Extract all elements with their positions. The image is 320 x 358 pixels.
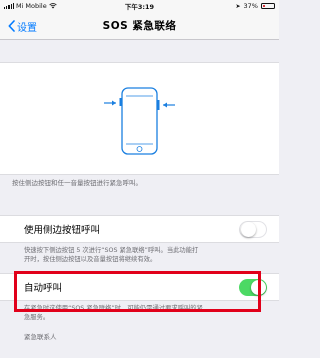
back-label: 设置: [17, 22, 37, 34]
status-right: ➤ 37%: [185, 2, 275, 10]
side-button-call-row[interactable]: 使用侧边按钮呼叫: [0, 215, 279, 243]
side-button-call-label: 使用侧边按钮呼叫: [24, 225, 101, 236]
battery-icon: [260, 3, 275, 9]
navigation-bar: 设置 SOS 紧急联络: [0, 12, 279, 40]
description-line: 快速按下侧边按钮 5 次进行“SOS 紧急联络”呼叫。当此功能打: [24, 247, 199, 254]
toggle-knob: [251, 279, 266, 295]
auto-call-description: 在紧急时这使用“SOS 紧急联络”时，可能仍需通过要求呼叫的紧 急服务。: [0, 301, 279, 331]
auto-call-label: 自动呼叫: [24, 283, 63, 294]
status-bar: Mi Mobile 下午3:19 ➤ 37%: [0, 0, 279, 12]
description-line: 在紧急时这使用“SOS 紧急联络”时，可能仍需通过要求呼叫的紧: [24, 305, 203, 312]
battery-percent: 37%: [243, 2, 258, 10]
caption-top: 按住侧边按钮和任一音量按钮进行紧急呼叫。: [12, 179, 142, 187]
carrier-label: Mi Mobile: [15, 2, 47, 10]
toggle-knob: [240, 221, 256, 237]
description-line: 急服务。: [24, 314, 50, 321]
phone-side-buttons-illustration: [104, 87, 175, 155]
chevron-left-icon: [8, 20, 15, 32]
status-time: 下午3:19: [124, 3, 155, 11]
signal-icon: [4, 3, 14, 9]
description-line: 开时，按住侧边按钮以及音量按钮将继续有效。: [24, 256, 157, 263]
back-button[interactable]: 设置: [8, 12, 37, 40]
side-buttons-illustration: [0, 62, 279, 175]
emergency-contacts-header: 紧急联系人: [24, 333, 57, 341]
battery-fill: [262, 5, 266, 7]
page-title: SOS 紧急联络: [102, 20, 177, 32]
wifi-icon: [49, 3, 57, 9]
auto-call-row[interactable]: 自动呼叫: [0, 273, 279, 301]
auto-call-toggle[interactable]: [239, 278, 267, 296]
side-button-call-toggle[interactable]: [239, 220, 267, 238]
status-left: Mi Mobile: [4, 2, 94, 10]
side-button-call-description: 快速按下侧边按钮 5 次进行“SOS 紧急联络”呼叫。当此功能打 开时，按住侧边…: [0, 243, 279, 273]
location-icon: ➤: [235, 2, 241, 10]
